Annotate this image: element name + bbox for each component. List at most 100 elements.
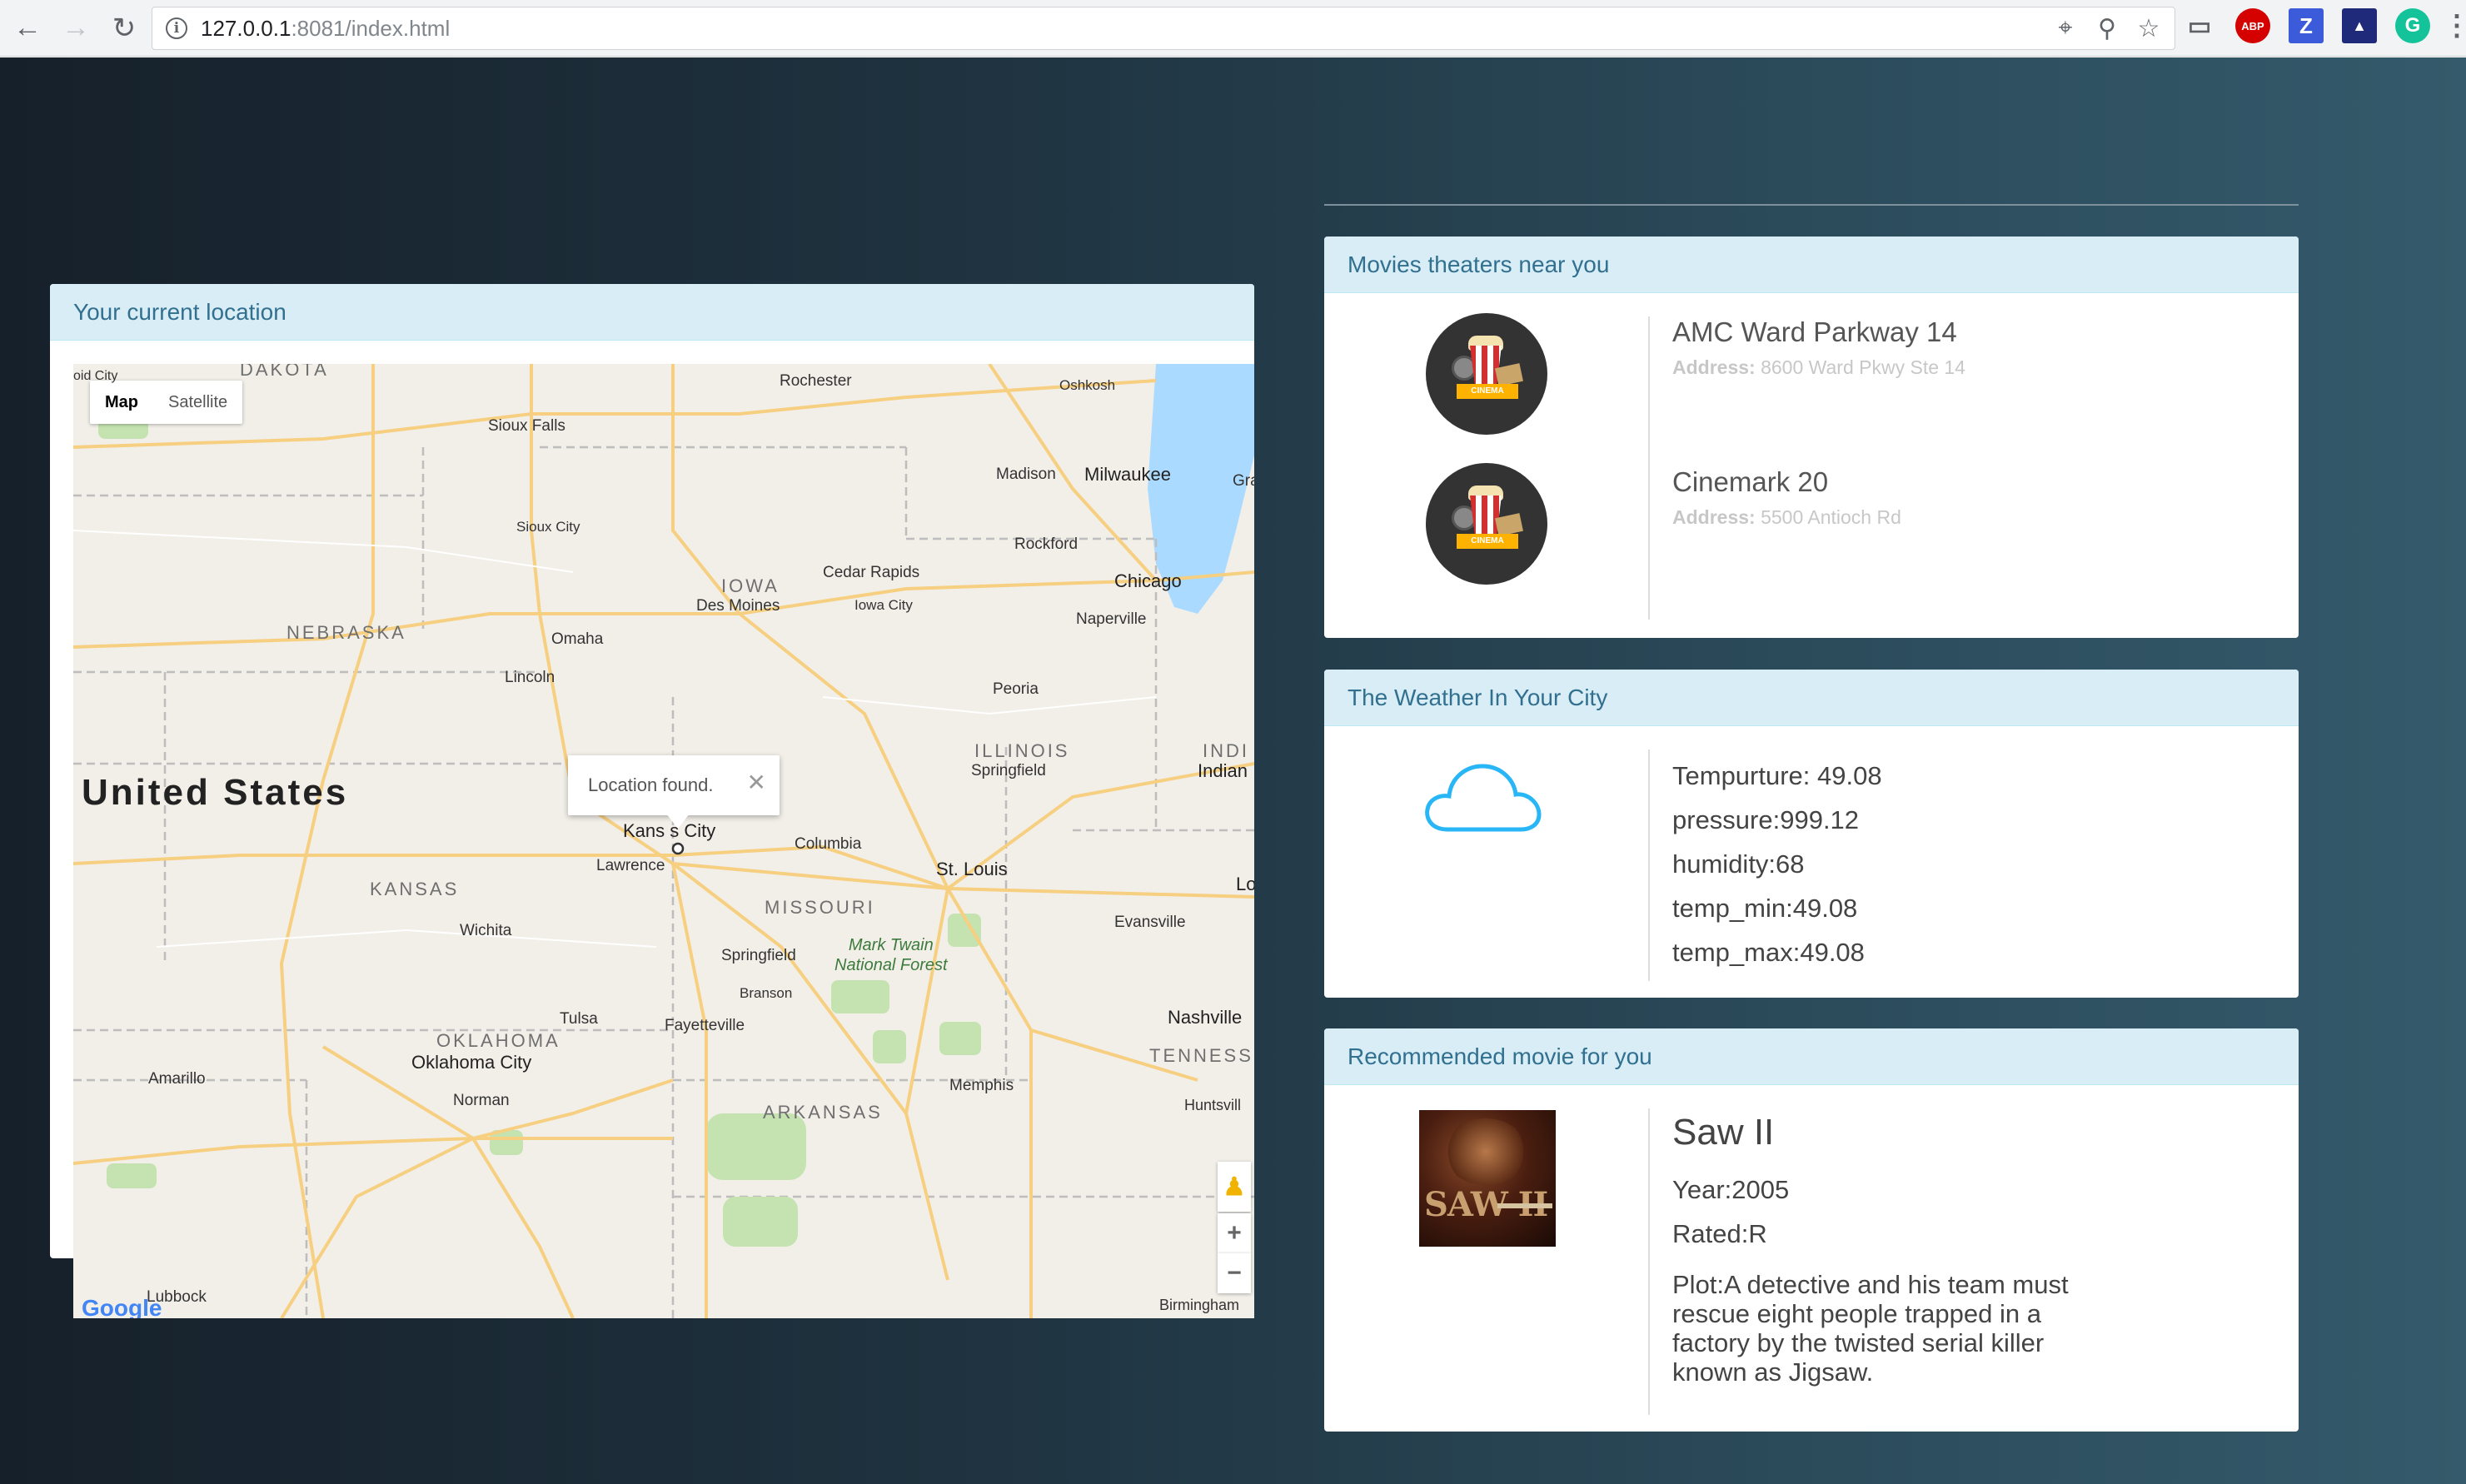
map-label: Columbia xyxy=(795,835,862,853)
map-label: DAKOTA xyxy=(240,364,329,380)
site-info-icon[interactable]: i xyxy=(166,17,187,39)
google-map[interactable]: Map Satellite oid City DAKOTA Rochester … xyxy=(73,364,1254,1318)
map-label: Naperville xyxy=(1076,610,1147,628)
theaters-panel: Movies theaters near you CINEMA AMC Ward… xyxy=(1324,237,2299,638)
map-label: Wichita xyxy=(460,922,512,939)
weather-temp-min: temp_min:49.08 xyxy=(1672,894,1858,923)
map-label: INDI xyxy=(1203,740,1249,761)
map-label: Evansville xyxy=(1114,914,1186,931)
grammarly-icon[interactable]: G xyxy=(2395,8,2430,43)
movie-year: Year:2005 xyxy=(1672,1175,1790,1204)
location-icon[interactable]: ⌖ xyxy=(2051,14,2080,43)
menu-icon[interactable]: ⋮ xyxy=(2443,8,2466,43)
cast-icon[interactable]: ▭ xyxy=(2182,8,2217,43)
map-label: Omaha xyxy=(551,630,604,648)
map-label: ILLINOIS xyxy=(974,740,1070,761)
map-label: Milwaukee xyxy=(1084,464,1171,485)
zotero-icon[interactable]: Z xyxy=(2289,8,2324,43)
close-icon[interactable]: ✕ xyxy=(747,769,766,796)
theater-address: Address: 5500 Antioch Rd xyxy=(1672,506,1901,529)
map-label: Cedar Rapids xyxy=(823,564,920,581)
zoom-in-button[interactable]: + xyxy=(1218,1213,1251,1253)
movie-rating: Rated:R xyxy=(1672,1219,1767,1248)
map-label: Lawrence xyxy=(596,857,665,874)
movie-panel: Recommended movie for you SAW II Saw II … xyxy=(1324,1028,2299,1432)
weather-temp-max: temp_max:49.08 xyxy=(1672,938,1865,967)
map-label-forest: Mark Twain National Forest xyxy=(834,936,948,974)
map-label: Sioux City xyxy=(516,519,580,535)
google-logo[interactable]: Google xyxy=(82,1295,162,1318)
map-type-satellite-button[interactable]: Satellite xyxy=(153,381,242,424)
map-label: IOWA xyxy=(721,575,780,596)
address-bar[interactable]: i 127.0.0.1:8081/index.html ⌖ ⚲ ☆ xyxy=(152,7,2175,50)
map-label: NEBRASKA xyxy=(286,622,406,643)
street-view-pegman-icon[interactable]: ♟ xyxy=(1218,1162,1251,1212)
cinema-icon: CINEMA xyxy=(1426,313,1547,435)
address-value: 5500 Antioch Rd xyxy=(1761,506,1901,528)
map-label: Norman xyxy=(453,1092,510,1109)
map-label: St. Louis xyxy=(936,859,1008,879)
map-label: Birmingham xyxy=(1159,1297,1240,1313)
map-label: Springfield xyxy=(721,947,796,964)
map-label: MISSOURI xyxy=(765,897,875,918)
map-label: Peoria xyxy=(993,680,1039,698)
map-label: Gra xyxy=(1233,472,1254,490)
map-country-label: United States xyxy=(82,772,349,813)
map-label: Indian xyxy=(1198,760,1248,781)
info-window-text: Location found. xyxy=(588,774,714,795)
weather-panel: The Weather In Your City Tempurture: 49.… xyxy=(1324,670,2299,998)
address-value: 8600 Ward Pkwy Ste 14 xyxy=(1761,356,1965,378)
map-label: Amarillo xyxy=(148,1070,206,1088)
cinema-banner-text: CINEMA xyxy=(1457,384,1518,399)
column-divider xyxy=(1648,316,1650,620)
address-label: Address: xyxy=(1672,506,1756,528)
movie-panel-heading: Recommended movie for you xyxy=(1324,1028,2299,1085)
map-label: Rochester xyxy=(780,372,852,390)
weather-humidity: humidity:68 xyxy=(1672,849,1805,879)
map-label: Springfield xyxy=(971,762,1046,779)
map-label: Chicago xyxy=(1114,570,1182,591)
map-label: Iowa City xyxy=(854,597,913,613)
map-label: Oshkosh xyxy=(1059,377,1116,393)
back-arrow-icon[interactable]: ← xyxy=(7,7,48,49)
map-label: Huntsvill xyxy=(1184,1097,1242,1113)
weather-pressure: pressure:999.12 xyxy=(1672,805,1860,834)
map-label: Rockford xyxy=(1014,535,1079,553)
map-label: Lincoln xyxy=(505,669,555,686)
address-label: Address: xyxy=(1672,356,1756,378)
theater-name: AMC Ward Parkway 14 xyxy=(1672,316,1957,347)
divider xyxy=(1324,204,2299,206)
map-label: Fayetteville xyxy=(665,1017,745,1034)
map-label: Des Moines xyxy=(696,597,780,615)
map-label: oid City xyxy=(73,369,118,383)
bookmark-star-icon[interactable]: ☆ xyxy=(2135,14,2163,43)
map-label: Branson xyxy=(740,985,793,1001)
theater-address: Address: 8600 Ward Pkwy Ste 14 xyxy=(1672,356,1965,379)
map-type-control: Map Satellite xyxy=(90,381,243,424)
map-label: Tulsa xyxy=(560,1010,598,1028)
info-window-tail xyxy=(666,814,690,829)
map-label: OKLAHOMA xyxy=(436,1030,560,1051)
map-label: Oklahoma City xyxy=(411,1052,532,1073)
zoom-icon[interactable]: ⚲ xyxy=(2093,14,2121,43)
map-label: Nashville xyxy=(1168,1007,1243,1028)
cloud-icon xyxy=(1422,759,1542,839)
zoom-out-button[interactable]: − xyxy=(1218,1253,1251,1293)
forward-arrow-icon[interactable]: → xyxy=(55,7,97,49)
map-panel-heading: Your current location xyxy=(50,284,1254,341)
page-background: Your current location Map Satellite oid … xyxy=(0,57,2466,1484)
map-label: Sioux Falls xyxy=(488,417,565,435)
url-host: 127.0.0.1 xyxy=(201,15,291,41)
weather-temperature: Tempurture: 49.08 xyxy=(1672,761,1882,790)
location-info-window: Location found. ✕ xyxy=(568,755,780,815)
url-path: :8081/index.html xyxy=(291,15,451,41)
extension-icon[interactable]: ▲ xyxy=(2342,8,2377,43)
column-divider xyxy=(1648,749,1650,981)
theaters-panel-heading: Movies theaters near you xyxy=(1324,237,2299,293)
column-divider xyxy=(1648,1108,1650,1415)
browser-toolbar: ← → ↻ i 127.0.0.1:8081/index.html ⌖ ⚲ ☆ … xyxy=(0,0,2466,57)
adblock-icon[interactable]: ABP xyxy=(2235,8,2270,43)
map-type-map-button[interactable]: Map xyxy=(90,381,153,424)
weather-panel-heading: The Weather In Your City xyxy=(1324,670,2299,726)
reload-icon[interactable]: ↻ xyxy=(103,7,145,49)
